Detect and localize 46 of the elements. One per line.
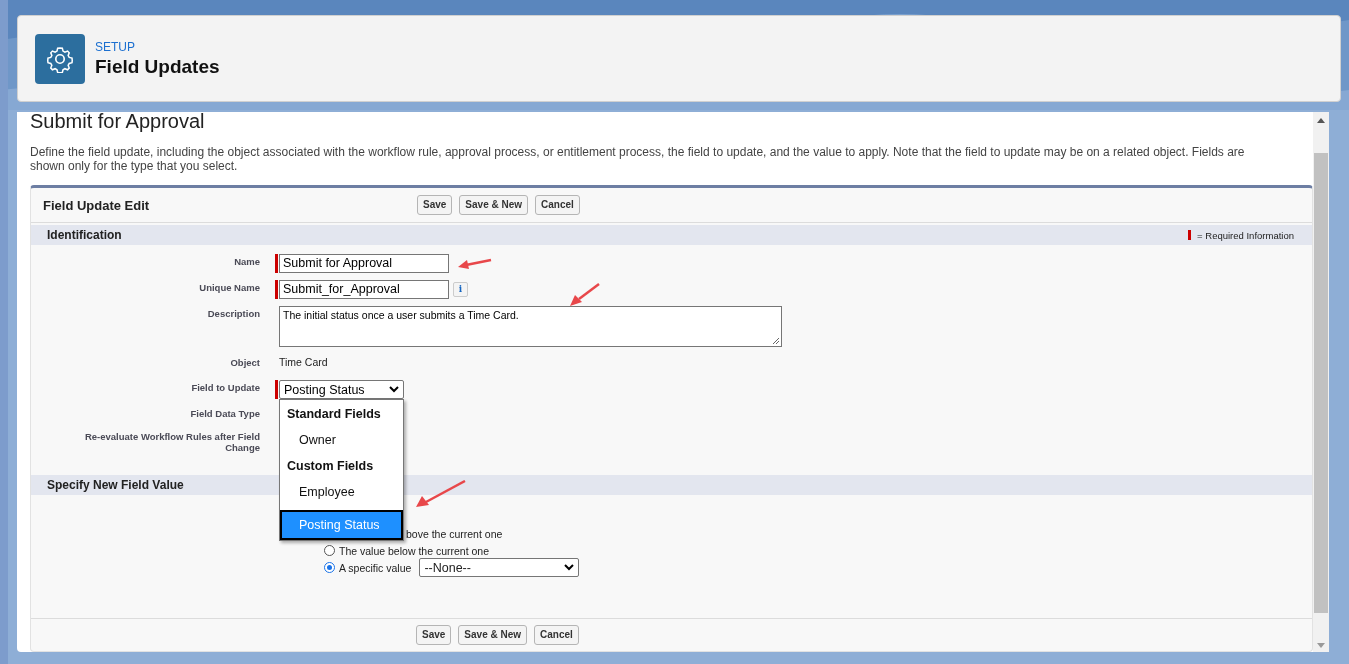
required-marker — [1188, 230, 1192, 240]
form-button[interactable]: Save & New — [459, 195, 529, 215]
field-select[interactable]: Posting Status — [279, 380, 404, 399]
field-value: Time Card — [279, 355, 328, 368]
text-field[interactable]: Submit for Approval — [279, 254, 449, 273]
settings-icon — [35, 33, 85, 84]
option-group-heading: Standard Fields — [286, 406, 382, 423]
form-button[interactable]: Save & New — [458, 625, 528, 645]
arrow-icon — [416, 480, 466, 508]
field-label: Unique Name — [198, 281, 260, 295]
form-button[interactable]: Cancel — [534, 625, 579, 645]
breadcrumb[interactable]: SETUP — [95, 39, 220, 54]
form-button[interactable]: Cancel — [535, 195, 580, 215]
field-label: Field to Update — [190, 381, 260, 395]
intro-paragraph: Define the field update, including the object associated with the workflow rule, approval process, or entitlement process, the field to update, and the value to apply. Note that the field to update may be on a related object. Fields are shown only for the type that you select. — [30, 145, 1246, 173]
form-button[interactable]: Save — [417, 195, 453, 215]
section-title: Identification — [47, 228, 122, 242]
radio-button[interactable] — [324, 545, 335, 556]
field-label: Name — [233, 255, 260, 269]
section-title: Specify New Field Value — [47, 478, 184, 492]
caret-icon — [389, 386, 399, 393]
field-label: Description — [206, 307, 260, 321]
scroll-bar[interactable] — [1313, 112, 1329, 652]
arrow-icon — [570, 283, 600, 307]
page-header-title: Field Updates — [95, 55, 220, 78]
radio-button[interactable] — [324, 562, 335, 573]
option-group-heading: Custom Fields — [286, 458, 375, 475]
required-legend: = Required Information — [1197, 229, 1294, 241]
text-field[interactable]: Submit_for_Approval — [279, 280, 449, 299]
field-label: Field Data Type — [189, 407, 260, 421]
dropdown-option[interactable]: Owner — [280, 427, 403, 454]
page-title: Submit for Approval — [30, 110, 206, 132]
form-button[interactable]: Save — [416, 625, 452, 645]
option-label: A specific value — [339, 561, 412, 574]
value-select[interactable]: --None-- — [419, 558, 580, 577]
arrow-icon — [458, 258, 492, 270]
resize-handle-icon — [772, 337, 780, 345]
option-label: bove the current one — [406, 527, 503, 540]
option-label: The value below the current one — [339, 544, 489, 557]
field-label: Object — [229, 356, 260, 370]
field-label: Re-evaluate Workflow Rules after Field Change — [83, 430, 260, 453]
caret-icon — [564, 564, 575, 571]
description-field[interactable]: The initial status once a user submits a Time Card. — [279, 306, 782, 347]
form-title: Field Update Edit — [43, 197, 151, 213]
dropdown-option[interactable]: Employee — [280, 479, 403, 506]
info-button[interactable]: i — [453, 282, 468, 297]
